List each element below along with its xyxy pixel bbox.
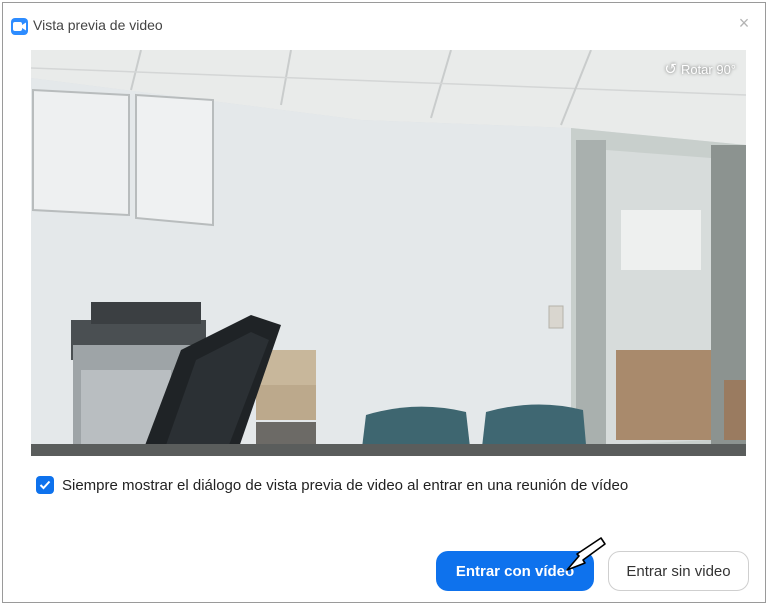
arrow-cursor-icon bbox=[566, 537, 606, 571]
always-show-preview-option: Siempre mostrar el diálogo de vista prev… bbox=[36, 474, 628, 496]
dialog-title: Vista previa de video bbox=[33, 17, 163, 33]
always-show-preview-label: Siempre mostrar el diálogo de vista prev… bbox=[62, 476, 629, 494]
always-show-preview-checkbox[interactable] bbox=[36, 476, 54, 494]
join-without-video-button[interactable]: Entrar sin video bbox=[608, 551, 749, 591]
rotate-ccw-icon: ↺ bbox=[664, 61, 677, 78]
video-camera-icon bbox=[11, 18, 28, 35]
camera-feed-image bbox=[31, 50, 746, 456]
close-icon[interactable]: × bbox=[733, 12, 755, 34]
rotate-label: Rotar 90° bbox=[680, 61, 736, 77]
rotate-90-button[interactable]: ↺ Rotar 90° bbox=[658, 58, 742, 80]
camera-preview: ↺ Rotar 90° bbox=[31, 50, 746, 456]
title-bar: Vista previa de video × bbox=[3, 3, 765, 45]
checkmark-icon bbox=[39, 480, 51, 490]
video-preview-dialog: Vista previa de video × ↺ Rotar 90° Siem… bbox=[2, 2, 766, 603]
